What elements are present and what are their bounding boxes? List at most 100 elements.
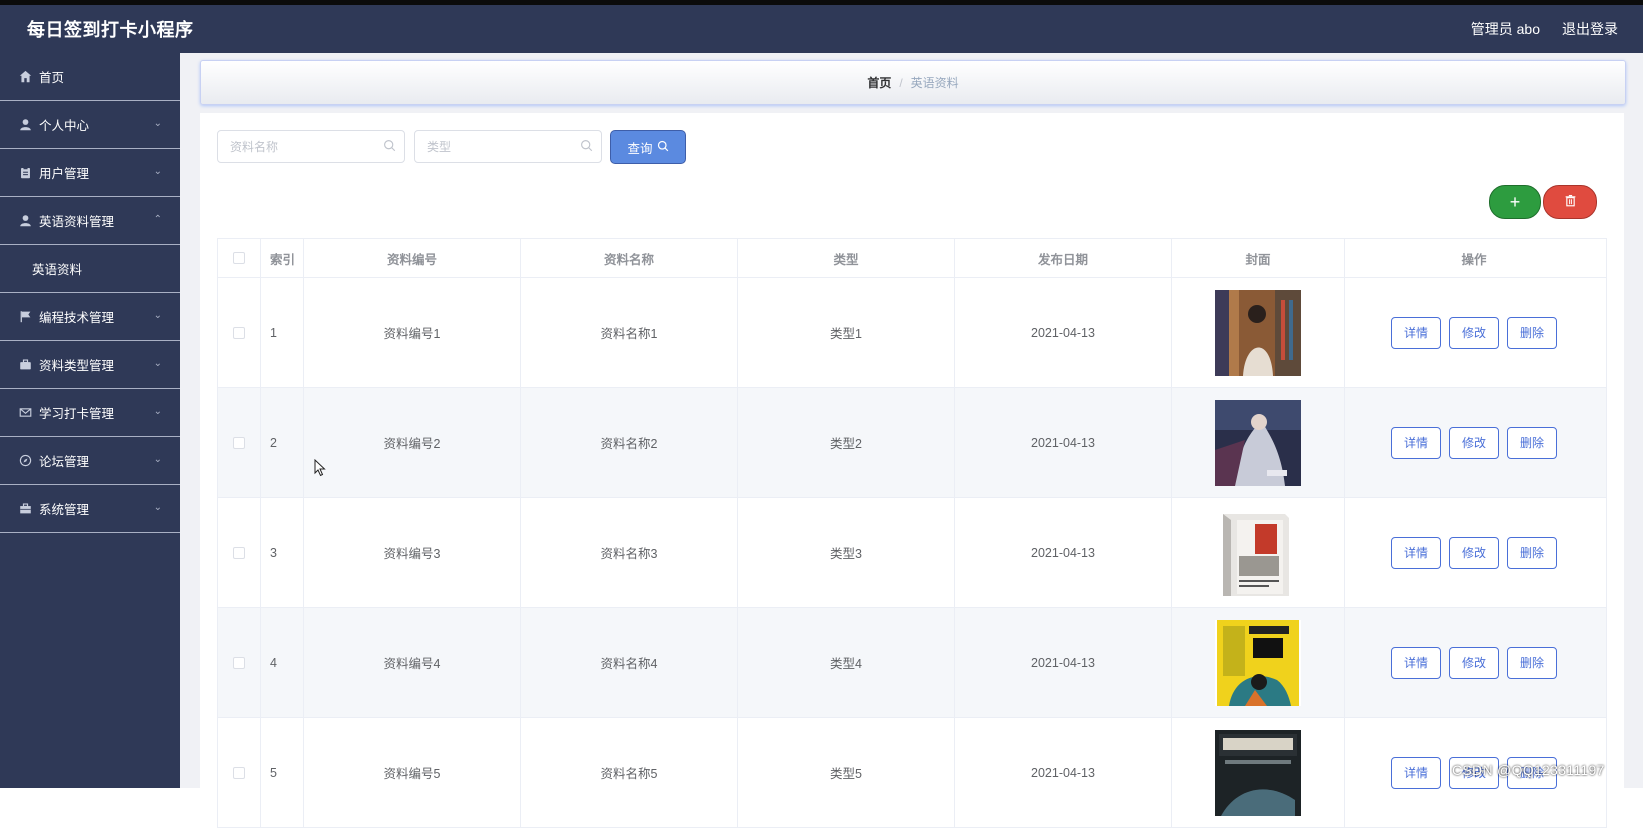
chevron-up-icon: ⌃ (153, 214, 162, 225)
sidebar-item-user-management[interactable]: 用户管理 ⌄ (0, 149, 180, 197)
query-button[interactable]: 查询 (610, 130, 686, 164)
row-index: 5 (261, 718, 304, 827)
chevron-down-icon: ⌄ (153, 406, 162, 417)
cover-image (1215, 399, 1301, 486)
cover-image (1215, 509, 1301, 596)
row-index: 3 (261, 498, 304, 607)
breadcrumb-separator: / (899, 75, 903, 90)
sidebar-item-personal-center[interactable]: 个人中心 ⌄ (0, 101, 180, 149)
row-code: 资料编号4 (304, 608, 521, 717)
sidebar-item-label: 英语资料 (32, 263, 83, 277)
flag-icon (18, 310, 32, 324)
chevron-down-icon: ⌄ (153, 118, 162, 129)
briefcase-icon (18, 358, 32, 372)
sidebar-item-label: 资料类型管理 (39, 359, 115, 373)
row-checkbox[interactable] (233, 656, 245, 669)
row-index: 4 (261, 608, 304, 717)
detail-button[interactable]: 详情 (1391, 756, 1441, 789)
detail-button[interactable]: 详情 (1391, 646, 1441, 679)
table-row: 1 资料编号1 资料名称1 类型1 2021-04-13 详情 修改 删除 (218, 278, 1606, 388)
materials-table: 索引 资料编号 资料名称 类型 发布日期 封面 操作 1 资料编号1 资料名称1… (217, 238, 1607, 828)
type-search-placeholder: 类型 (427, 140, 452, 154)
breadcrumb-home[interactable]: 首页 (867, 74, 891, 91)
detail-button[interactable]: 详情 (1391, 316, 1441, 349)
table-row: 4 资料编号4 资料名称4 类型4 2021-04-13 详情 修改 删除 (218, 608, 1606, 718)
row-type: 类型1 (738, 278, 955, 387)
row-type: 类型2 (738, 388, 955, 497)
row-type: 类型5 (738, 718, 955, 827)
sidebar-item-home[interactable]: 首页 (0, 53, 180, 101)
row-date: 2021-04-13 (955, 278, 1172, 387)
sidebar-item-label: 系统管理 (39, 503, 90, 517)
header-select-all[interactable] (218, 239, 261, 277)
user-icon (18, 214, 32, 228)
sidebar-item-study-checkin-management[interactable]: 学习打卡管理 ⌄ (0, 389, 180, 437)
row-code: 资料编号1 (304, 278, 521, 387)
row-name: 资料名称5 (521, 718, 738, 827)
name-search-input[interactable]: 资料名称 (217, 130, 405, 163)
type-search-input[interactable]: 类型 (414, 130, 602, 163)
header-type: 类型 (738, 239, 955, 277)
row-code: 资料编号2 (304, 388, 521, 497)
search-icon (580, 139, 593, 155)
logout-link[interactable]: 退出登录 (1562, 19, 1618, 39)
compass-icon (18, 454, 32, 468)
row-checkbox[interactable] (233, 436, 245, 449)
detail-button[interactable]: 详情 (1391, 426, 1441, 459)
toolbox-icon (18, 502, 32, 516)
row-checkbox[interactable] (233, 326, 245, 339)
cover-image (1215, 729, 1301, 816)
sidebar-subitem-english-material[interactable]: 英语资料 (0, 245, 180, 293)
add-button[interactable]: + (1489, 185, 1541, 219)
row-code: 资料编号3 (304, 498, 521, 607)
edit-button[interactable]: 修改 (1449, 316, 1499, 349)
row-checkbox[interactable] (233, 766, 245, 779)
cover-image (1215, 619, 1301, 706)
row-index: 2 (261, 388, 304, 497)
row-name: 资料名称3 (521, 498, 738, 607)
detail-button[interactable]: 详情 (1391, 536, 1441, 569)
sidebar-item-forum-management[interactable]: 论坛管理 ⌄ (0, 437, 180, 485)
watermark: CSDN @QQ123311197 (1452, 762, 1605, 778)
app-title: 每日签到打卡小程序 (27, 20, 194, 40)
chevron-down-icon: ⌄ (153, 358, 162, 369)
edit-button[interactable]: 修改 (1449, 426, 1499, 459)
chevron-down-icon: ⌄ (153, 502, 162, 513)
batch-delete-button[interactable] (1543, 185, 1597, 219)
row-date: 2021-04-13 (955, 608, 1172, 717)
row-date: 2021-04-13 (955, 718, 1172, 827)
sidebar-item-material-type-management[interactable]: 资料类型管理 ⌄ (0, 341, 180, 389)
header-date: 发布日期 (955, 239, 1172, 277)
delete-button[interactable]: 删除 (1507, 536, 1557, 569)
sidebar-item-programming-management[interactable]: 编程技术管理 ⌄ (0, 293, 180, 341)
table-row: 3 资料编号3 资料名称3 类型3 2021-04-13 详情 修改 删除 (218, 498, 1606, 608)
row-name: 资料名称1 (521, 278, 738, 387)
row-date: 2021-04-13 (955, 498, 1172, 607)
select-all-checkbox[interactable] (233, 252, 245, 264)
delete-button[interactable]: 删除 (1507, 646, 1557, 679)
delete-button[interactable]: 删除 (1507, 426, 1557, 459)
row-name: 资料名称4 (521, 608, 738, 717)
admin-label[interactable]: 管理员 abo (1471, 19, 1540, 39)
user-icon (18, 118, 32, 132)
table-row: 5 资料编号5 资料名称5 类型5 2021-04-13 详情 修改 删除 (218, 718, 1606, 828)
sidebar: 首页 个人中心 ⌄ 用户管理 ⌄ 英语资料管理 ⌃ 英语资料 编程技术管理 ⌄ (0, 53, 180, 788)
sidebar-item-label: 论坛管理 (39, 455, 90, 469)
header-code: 资料编号 (304, 239, 521, 277)
mouse-cursor-icon (314, 458, 326, 480)
table-header-row: 索引 资料编号 资料名称 类型 发布日期 封面 操作 (218, 239, 1606, 278)
row-checkbox[interactable] (233, 546, 245, 559)
sidebar-item-label: 英语资料管理 (39, 215, 115, 229)
breadcrumb-current: 英语资料 (910, 76, 959, 90)
query-button-label: 查询 (627, 141, 653, 156)
sidebar-item-system-management[interactable]: 系统管理 ⌄ (0, 485, 180, 533)
sidebar-item-label: 个人中心 (39, 119, 90, 133)
sidebar-item-label: 编程技术管理 (39, 311, 115, 325)
delete-button[interactable]: 删除 (1507, 316, 1557, 349)
sidebar-item-english-material-management[interactable]: 英语资料管理 ⌃ (0, 197, 180, 245)
search-icon (383, 139, 396, 155)
edit-button[interactable]: 修改 (1449, 536, 1499, 569)
header-name: 资料名称 (521, 239, 738, 277)
edit-button[interactable]: 修改 (1449, 646, 1499, 679)
header-ops: 操作 (1461, 252, 1487, 267)
